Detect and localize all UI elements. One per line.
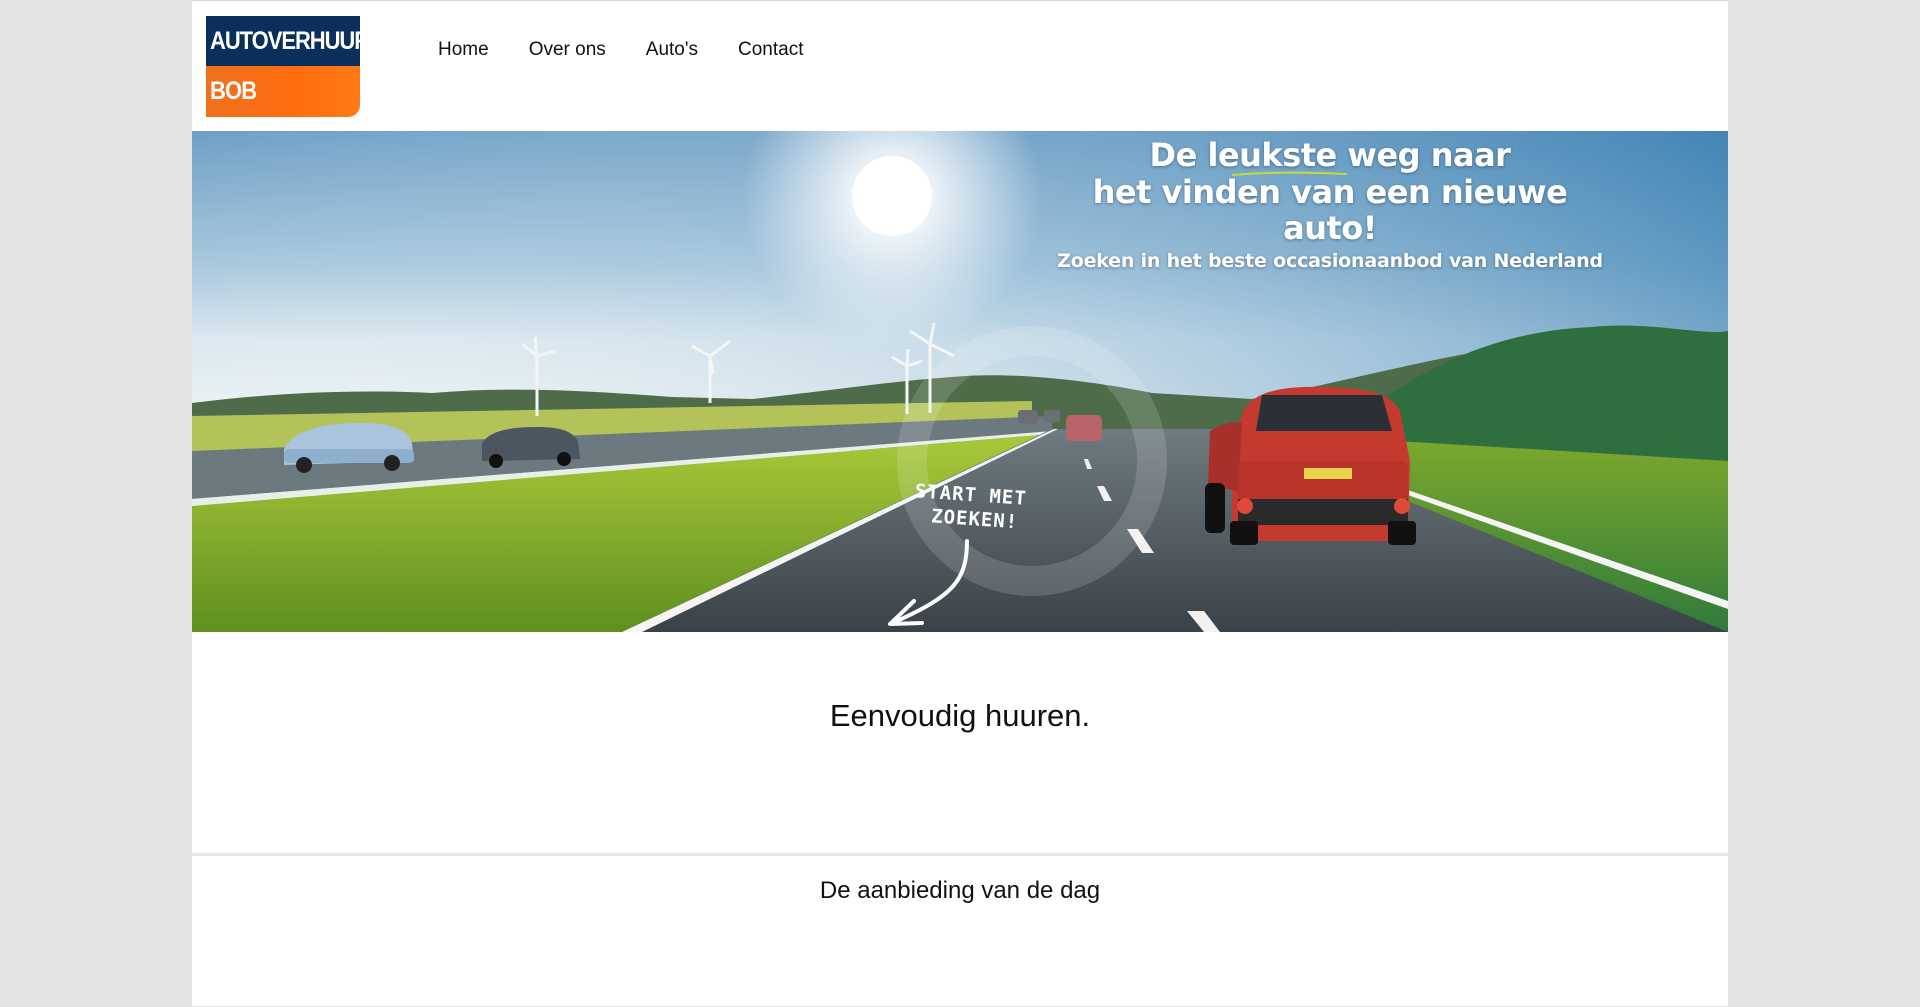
nav-item-contact[interactable]: Contact bbox=[718, 37, 823, 63]
hero-subline: Zoeken in het beste occasionaanbod van N… bbox=[1057, 250, 1603, 272]
hero-banner[interactable]: De leukste weg naar het vinden van een n… bbox=[192, 131, 1728, 632]
offer-section: De aanbieding van de dag bbox=[192, 856, 1728, 1007]
nav-item-home[interactable]: Home bbox=[418, 37, 509, 63]
logo-text-autoverhuur: AUTOVERHUUR bbox=[210, 27, 360, 55]
intro-heading: Eenvoudig huuren. bbox=[829, 698, 1091, 733]
nav-item-autos[interactable]: Auto's bbox=[626, 37, 718, 63]
nav-item-over-ons[interactable]: Over ons bbox=[509, 37, 626, 63]
hero-headline-block: De leukste weg naar het vinden van een n… bbox=[1050, 136, 1610, 276]
hero-headline-line2: het vinden van een nieuwe auto! bbox=[1092, 173, 1568, 247]
site-header: AUTOVERHUUR BOB Home Over ons Auto's Con… bbox=[192, 1, 1728, 131]
intro-section: Eenvoudig huuren. bbox=[192, 632, 1728, 856]
page: AUTOVERHUUR BOB Home Over ons Auto's Con… bbox=[192, 0, 1728, 1006]
logo-bottom-band: BOB bbox=[206, 66, 360, 117]
hero-cta-start-searching[interactable]: START MET ZOEKEN! bbox=[912, 479, 1027, 535]
brand-logo[interactable]: AUTOVERHUUR BOB bbox=[206, 16, 360, 117]
main-nav: Home Over ons Auto's Contact bbox=[418, 37, 823, 63]
hero-headline-line1: De leukste weg naar bbox=[1149, 136, 1511, 174]
logo-text-bob: BOB bbox=[210, 77, 257, 105]
offer-heading: De aanbieding van de dag bbox=[819, 877, 1101, 904]
logo-top-band: AUTOVERHUUR bbox=[206, 16, 360, 66]
